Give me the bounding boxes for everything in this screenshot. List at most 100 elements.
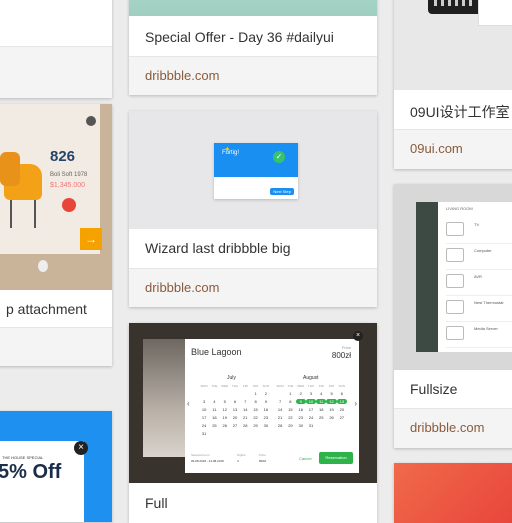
calendar-day[interactable]: 30 [296,423,306,428]
card-fullsize-title[interactable]: Fullsize [410,381,457,397]
calendar-day[interactable]: 4 [209,399,219,404]
calendar-day[interactable]: 31 [306,423,316,428]
card-full-title[interactable]: Full [145,495,168,511]
calendar-day[interactable]: 23 [296,415,306,420]
calendar-july: MON TUE WED THU FRI SAT SUN 1 2 3 4 5 6 7 8 9 10 11 12 13 14… [199,384,271,436]
calendar-day[interactable]: 18 [316,407,326,412]
cancel-button[interactable]: Cancel [299,456,311,461]
calendar-day[interactable]: 9 [295,399,306,404]
calendar-day[interactable]: 16 [261,407,271,412]
device-item[interactable]: AVR [446,270,512,296]
calendar-day[interactable]: 25 [316,415,326,420]
calendar-day [220,391,230,396]
calendar-day[interactable]: 26 [326,415,336,420]
calendar-day[interactable]: 15 [285,407,295,412]
card-offer-banner[interactable]: THE HOUSE SPECIAL 5% Off × [0,411,112,522]
card-fullsize[interactable]: LIVING ROOM TV Computer AVR Nest Thermostat… [394,184,512,448]
calendar-day[interactable]: 22 [250,415,260,420]
calendar-day[interactable]: 18 [209,415,219,420]
card-bottom-right[interactable] [394,463,512,523]
calendar-day[interactable]: 26 [220,423,230,428]
card-special-offer-source[interactable]: dribbble.com [129,56,377,95]
close-icon[interactable]: × [353,331,363,341]
calendar-day[interactable]: 29 [285,423,295,428]
calendar-day[interactable]: 2 [261,391,271,396]
card-wizard[interactable]: Fortig! ✓ Next Step ✦ Wizard last dribbb… [129,111,377,307]
calendar-day[interactable]: 19 [326,407,336,412]
calendar-day[interactable]: 19 [220,415,230,420]
calendar-day[interactable]: 16 [296,407,306,412]
calendar-day[interactable]: 9 [261,399,271,404]
calendar-day[interactable]: 10 [199,407,209,412]
add-cart-button[interactable] [62,198,76,212]
calendar-day[interactable]: 7 [275,399,285,404]
calendar-day[interactable]: 14 [275,407,285,412]
card-wizard-title[interactable]: Wizard last dribbble big [145,240,291,256]
calendar-day[interactable]: 20 [337,407,347,412]
calendar-day[interactable]: 13 [336,399,347,404]
card-top-left[interactable] [0,0,112,98]
card-wizard-source[interactable]: dribbble.com [129,268,377,307]
calendar-day[interactable]: 14 [240,407,250,412]
calendar-day[interactable]: 5 [326,391,336,396]
calendar-day[interactable]: 20 [230,415,240,420]
calendar-day[interactable]: 24 [199,423,209,428]
card-09ui-title[interactable]: 09UI设计工作室 [410,102,510,122]
calendar-day[interactable]: 2 [296,391,306,396]
wizard-next-button[interactable]: Next Step [270,188,294,195]
arrow-button[interactable]: → [80,228,102,250]
card-attachment-title[interactable]: p attachment [6,301,87,317]
card-full[interactable]: × Blue Lagoon Price 800zł July August ‹ … [129,323,377,523]
device-item[interactable]: Computer [446,244,512,270]
calendar-day[interactable]: 28 [240,423,250,428]
reservation-button[interactable]: Reservation [319,452,353,464]
calendar-day[interactable]: 17 [306,407,316,412]
calendar-day[interactable]: 11 [209,407,219,412]
card-09ui-source[interactable]: 09ui.com [394,129,512,169]
calendar-day[interactable]: 3 [199,399,209,404]
card-attachment[interactable]: 826 Boli Soft 1978 $1,345.000 → p attach… [0,104,112,366]
calendar-day[interactable]: 8 [250,399,260,404]
calendar-day[interactable]: 27 [230,423,240,428]
calendar-day[interactable]: 17 [199,415,209,420]
calendar-day[interactable]: 4 [316,391,326,396]
calendar-day[interactable]: 21 [240,415,250,420]
calendar-day[interactable]: 13 [230,407,240,412]
calendar-day[interactable]: 7 [240,399,250,404]
calendar-day[interactable]: 23 [261,415,271,420]
card-special-offer-title[interactable]: Special Offer - Day 36 #dailyui [145,29,334,45]
next-month-icon[interactable]: › [354,399,357,408]
calendar-day[interactable]: 12 [220,407,230,412]
card-09ui[interactable]: 09UI设计工作室 09ui.com [394,0,512,169]
device-item[interactable]: Media Server [446,322,512,348]
calendar-day[interactable]: 3 [306,391,316,396]
calendar-day[interactable]: 6 [230,399,240,404]
calendar-day[interactable]: 11 [316,399,327,404]
calendar-day[interactable]: 21 [275,415,285,420]
calendar-day[interactable]: 8 [285,399,295,404]
calendar-day[interactable]: 5 [220,399,230,404]
avatar[interactable] [86,116,96,126]
calendar-day[interactable]: 6 [337,391,347,396]
device-item[interactable]: Nest Thermostat [446,296,512,322]
calendar-day[interactable]: 29 [250,423,260,428]
calendar-day[interactable]: 22 [285,415,295,420]
calendar-day[interactable]: 28 [275,423,285,428]
calendar-day[interactable]: 31 [199,431,209,436]
calendar-day[interactable]: 1 [250,391,260,396]
prev-month-icon[interactable]: ‹ [187,399,190,408]
calendar-day[interactable]: 24 [306,415,316,420]
calendar-day[interactable]: 30 [261,423,271,428]
close-icon[interactable]: × [74,441,88,455]
card-offer-banner-thumbnail: THE HOUSE SPECIAL 5% Off × [0,411,112,522]
calendar-day[interactable]: 25 [209,423,219,428]
calendar-day[interactable]: 1 [285,391,295,396]
calendar-day[interactable]: 12 [326,399,337,404]
card-fullsize-source[interactable]: dribbble.com [394,408,512,448]
card-special-offer[interactable]: Special Offer - Day 36 #dailyui dribbble… [129,0,377,95]
device-item[interactable]: TV [446,218,512,244]
hotel-photo [143,339,185,457]
calendar-day[interactable]: 27 [337,415,347,420]
calendar-day[interactable]: 15 [250,407,260,412]
calendar-day[interactable]: 10 [305,399,317,404]
